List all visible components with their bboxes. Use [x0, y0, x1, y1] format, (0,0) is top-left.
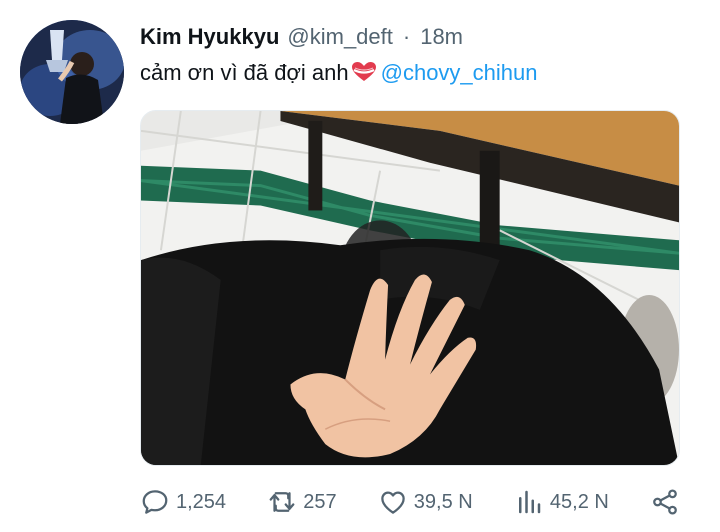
separator-dot: ·	[402, 24, 411, 49]
heart-with-ribbon-icon	[351, 61, 377, 89]
like-icon	[378, 487, 408, 517]
retweet-count: 257	[303, 490, 337, 513]
tweet-photo[interactable]	[140, 110, 680, 466]
views-count: 45,2 N	[549, 490, 609, 513]
tweet-text-body: cảm ơn vì đã đợi anh	[140, 60, 349, 85]
retweet-icon	[267, 487, 297, 517]
author-handle[interactable]: @kim_deft	[287, 24, 392, 50]
retweet-button[interactable]: 257	[267, 487, 337, 517]
like-count: 39,5 N	[413, 490, 473, 513]
avatar[interactable]	[20, 20, 124, 124]
reply-button[interactable]: 1,254	[140, 487, 226, 517]
tweet-text: cảm ơn vì đã đợi anh @chovy_chihun	[140, 60, 538, 89]
like-button[interactable]: 39,5 N	[378, 487, 473, 517]
views-button[interactable]: 45,2 N	[514, 487, 609, 517]
tweet-header: Kim Hyukkyu @kim_deft · 18m	[140, 24, 463, 50]
views-icon	[514, 487, 544, 517]
reply-count: 1,254	[176, 490, 227, 513]
tweet-time[interactable]: 18m	[420, 24, 463, 50]
reply-icon	[140, 487, 170, 517]
share-icon	[650, 487, 680, 517]
mention-link[interactable]: @chovy_chihun	[381, 60, 538, 85]
tweet-actions: 1,254 257 39,5 N 45,2 N	[140, 482, 680, 522]
share-button[interactable]	[650, 487, 680, 517]
author-name[interactable]: Kim Hyukkyu	[140, 24, 279, 50]
